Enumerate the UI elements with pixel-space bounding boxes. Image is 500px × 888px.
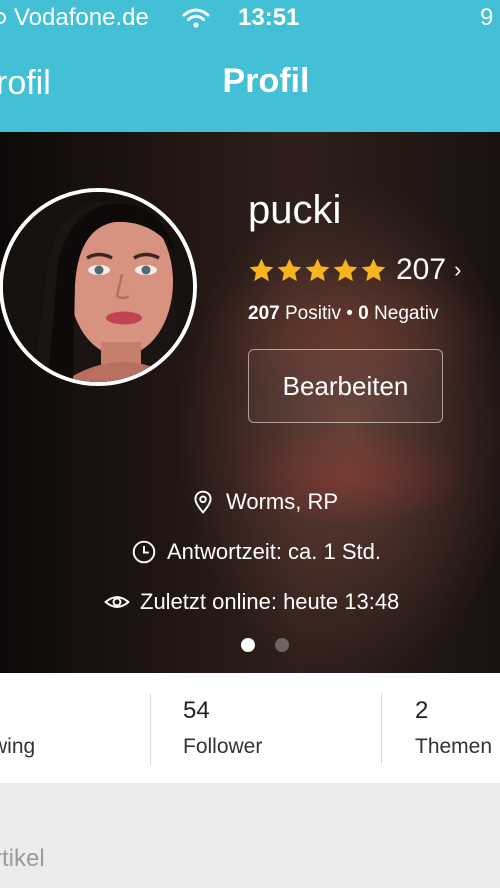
page-title: Profil	[222, 62, 310, 100]
last-online-text: Zuletzt online: heute 13:48	[140, 589, 400, 614]
section-title: rtikel	[0, 845, 45, 872]
username: pucki	[248, 188, 342, 232]
status-bar: Vodafone.de 13:51 9	[0, 0, 500, 36]
separator-dot: •	[346, 303, 353, 324]
avatar[interactable]	[0, 188, 197, 386]
response-time-text: Antwortzeit: ca. 1 Std.	[167, 539, 381, 564]
stat-number: 2	[415, 697, 429, 724]
edit-profile-button[interactable]: Bearbeiten	[248, 349, 443, 423]
signal-icon	[0, 12, 6, 24]
wifi-icon	[182, 8, 210, 28]
eye-icon	[104, 596, 130, 608]
reviews-summary: 207 Positiv • 0 Negativ	[248, 303, 438, 325]
positive-label: Positiv	[284, 303, 341, 324]
location-pin-icon	[194, 490, 212, 514]
chevron-right-icon: ›	[454, 257, 462, 282]
stats-bar: wing 54 Follower 2 Themen	[0, 673, 500, 783]
carousel-indicator[interactable]	[241, 638, 289, 652]
clock-icon	[132, 540, 156, 564]
battery-label: 9	[480, 4, 494, 31]
rating-count: 207	[396, 253, 447, 286]
app-header: Vodafone.de 13:51 9 rofil Profil	[0, 0, 500, 132]
rating-row[interactable]: 207 ›	[248, 253, 461, 287]
location-text: Worms, RP	[226, 489, 339, 514]
negative-count: 0	[358, 303, 369, 324]
avatar-photo	[3, 192, 193, 382]
carrier-label: Vodafone.de	[14, 4, 149, 31]
star-icon	[332, 257, 359, 284]
negative-label: Negativ	[374, 303, 439, 324]
last-online-row: Zuletzt online: heute 13:48	[104, 589, 399, 615]
stat-follower[interactable]: 54 Follower	[151, 673, 381, 783]
response-time-row: Antwortzeit: ca. 1 Std.	[131, 539, 381, 565]
star-icon	[276, 257, 303, 284]
star-icon	[360, 257, 387, 284]
status-carrier: Vodafone.de	[0, 4, 149, 32]
stat-label: Themen	[415, 735, 493, 758]
stat-number: 54	[183, 697, 210, 724]
stat-themen[interactable]: 2 Themen	[382, 673, 500, 783]
profile-hero[interactable]: pucki 207 › 207 Positiv • 0 Negativ Bear…	[0, 132, 500, 673]
star-icon	[248, 257, 275, 284]
stat-label: wing	[0, 735, 36, 758]
star-icon	[304, 257, 331, 284]
location-row: Worms, RP	[190, 489, 338, 515]
positive-count: 207	[248, 303, 280, 324]
carousel-dot[interactable]	[275, 638, 289, 652]
stat-following[interactable]: wing	[0, 673, 150, 783]
carousel-dot-active[interactable]	[241, 638, 255, 652]
stat-label: Follower	[183, 735, 263, 758]
status-time: 13:51	[238, 4, 300, 31]
